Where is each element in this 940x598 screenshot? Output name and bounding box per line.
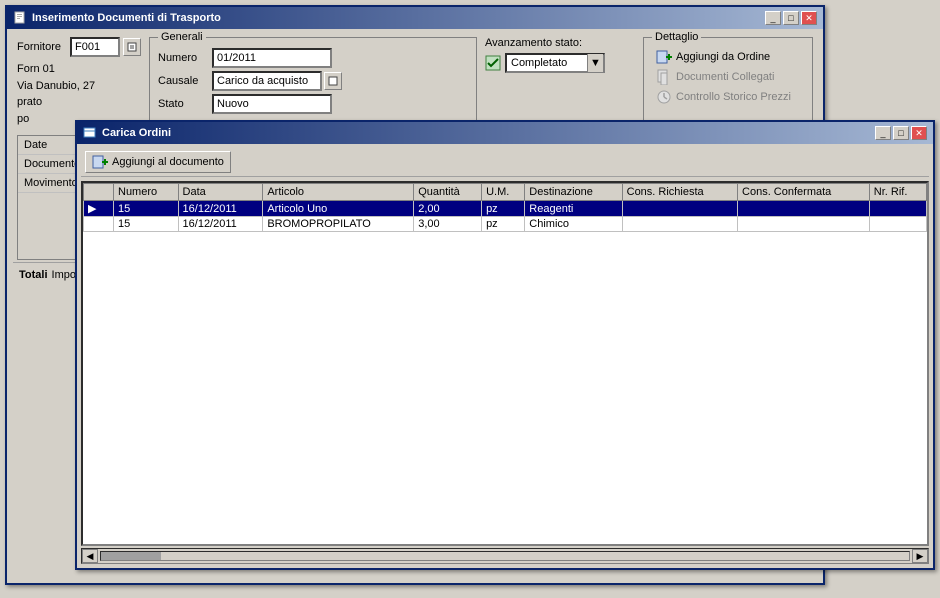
col-numero-header: Numero [114, 184, 179, 201]
hscroll-right-btn[interactable]: ▶ [912, 549, 928, 563]
restore-button[interactable]: □ [783, 11, 799, 25]
main-title-text: Inserimento Documenti di Trasporto [13, 11, 221, 25]
main-window-icon [13, 11, 27, 25]
status-text: Completato [507, 57, 587, 69]
dettaglio-title: Dettaglio [652, 31, 701, 43]
aggiungi-documento-button[interactable]: Aggiungi al documento [85, 151, 231, 173]
causale-row: Causale [158, 71, 468, 91]
dialog-window: Carica Ordini _ □ ✕ Aggiungi al document… [75, 120, 935, 570]
causale-browse-button[interactable] [324, 72, 342, 90]
fornitore-input[interactable] [70, 37, 120, 57]
dialog-title-text: Carica Ordini [83, 126, 171, 140]
fornitore-address: Forn 01 Via Danubio, 27 prato po [17, 61, 141, 127]
hscroll-bar[interactable]: ◀ ▶ [81, 548, 929, 564]
aggiungi-ordine-button[interactable]: Aggiungi da Ordine [652, 48, 804, 66]
table-row[interactable]: ▶1516/12/2011Articolo Uno2,00pzReagenti [84, 201, 927, 217]
dialog-minimize-button[interactable]: _ [875, 126, 891, 140]
causale-select-wrapper [212, 71, 342, 91]
table-row[interactable]: 1516/12/2011BROMOPROPILATO3,00pzChimico [84, 217, 927, 232]
avanzamento-control: Completato ▼ [485, 53, 635, 73]
controllo-storico-button: Controllo Storico Prezzi [652, 88, 804, 106]
dialog-title-bar: Carica Ordini _ □ ✕ [77, 122, 933, 144]
row-indicator-cell: ▶ [84, 201, 114, 217]
fornitore-section: Fornitore Forn 01 Via Danubio, 27 prato [17, 37, 141, 127]
close-button[interactable]: ✕ [801, 11, 817, 25]
avanzamento-title: Avanzamento stato: [485, 37, 635, 49]
generali-title: Generali [158, 31, 206, 43]
causale-input[interactable] [212, 71, 322, 91]
dialog-close-button[interactable]: ✕ [911, 126, 927, 140]
fornitore-browse-button[interactable] [123, 38, 141, 56]
dialog-window-icon [83, 126, 97, 140]
aggiungi-doc-icon [92, 154, 108, 170]
main-window-controls: _ □ ✕ [765, 11, 817, 25]
main-title-bar: Inserimento Documenti di Trasporto _ □ ✕ [7, 7, 823, 29]
col-data-header: Data [178, 184, 263, 201]
fornitore-label: Fornitore [17, 41, 67, 53]
col-quantita-header: Quantità [414, 184, 482, 201]
col-indicator-header [84, 184, 114, 201]
minimize-button[interactable]: _ [765, 11, 781, 25]
stato-row: Stato [158, 94, 468, 114]
numero-input[interactable] [212, 48, 332, 68]
col-articolo-header: Articolo [263, 184, 414, 201]
browse-icon [127, 42, 137, 52]
numero-row: Numero [158, 48, 468, 68]
dettaglio-group: Dettaglio Aggiungi da Ordine Documenti C… [643, 37, 813, 127]
dialog-grid-container[interactable]: Numero Data Articolo Quantità U.M. Desti… [81, 181, 929, 546]
col-um-header: U.M. [482, 184, 525, 201]
dialog-restore-button[interactable]: □ [893, 126, 909, 140]
col-nr-rif-header: Nr. Rif. [869, 184, 926, 201]
dialog-grid: Numero Data Articolo Quantità U.M. Desti… [83, 183, 927, 232]
doc-collegati-icon [656, 69, 672, 85]
col-cons-confermata-header: Cons. Confermata [738, 184, 870, 201]
avanzamento-section: Avanzamento stato: Completato ▼ [485, 37, 635, 127]
hscroll-thumb [101, 552, 161, 560]
col-cons-richiesta-header: Cons. Richiesta [622, 184, 737, 201]
documenti-collegati-button: Documenti Collegati [652, 68, 804, 86]
storico-icon [656, 89, 672, 105]
generali-group: Generali Numero Causale [149, 37, 477, 127]
dialog-grid-area: Numero Data Articolo Quantità U.M. Desti… [81, 181, 929, 564]
hscroll-track [100, 551, 910, 561]
numero-label: Numero [158, 52, 208, 64]
fornitore-row: Fornitore [17, 37, 141, 57]
dialog-window-controls: _ □ ✕ [875, 126, 927, 140]
stato-input[interactable] [212, 94, 332, 114]
stato-label: Stato [158, 98, 208, 110]
causale-browse-icon [328, 76, 338, 86]
row-indicator-cell [84, 217, 114, 232]
add-ordine-icon [656, 49, 672, 65]
hscroll-left-btn[interactable]: ◀ [82, 549, 98, 563]
causale-label: Causale [158, 75, 208, 87]
col-destinazione-header: Destinazione [525, 184, 622, 201]
totali-label: Totali [19, 269, 48, 281]
status-dropdown[interactable]: Completato ▼ [505, 53, 605, 73]
status-dropdown-arrow[interactable]: ▼ [587, 54, 603, 72]
dialog-content: Aggiungi al documento Numero Data Artico… [77, 144, 933, 568]
completato-icon [485, 55, 501, 71]
dialog-toolbar: Aggiungi al documento [81, 148, 929, 177]
